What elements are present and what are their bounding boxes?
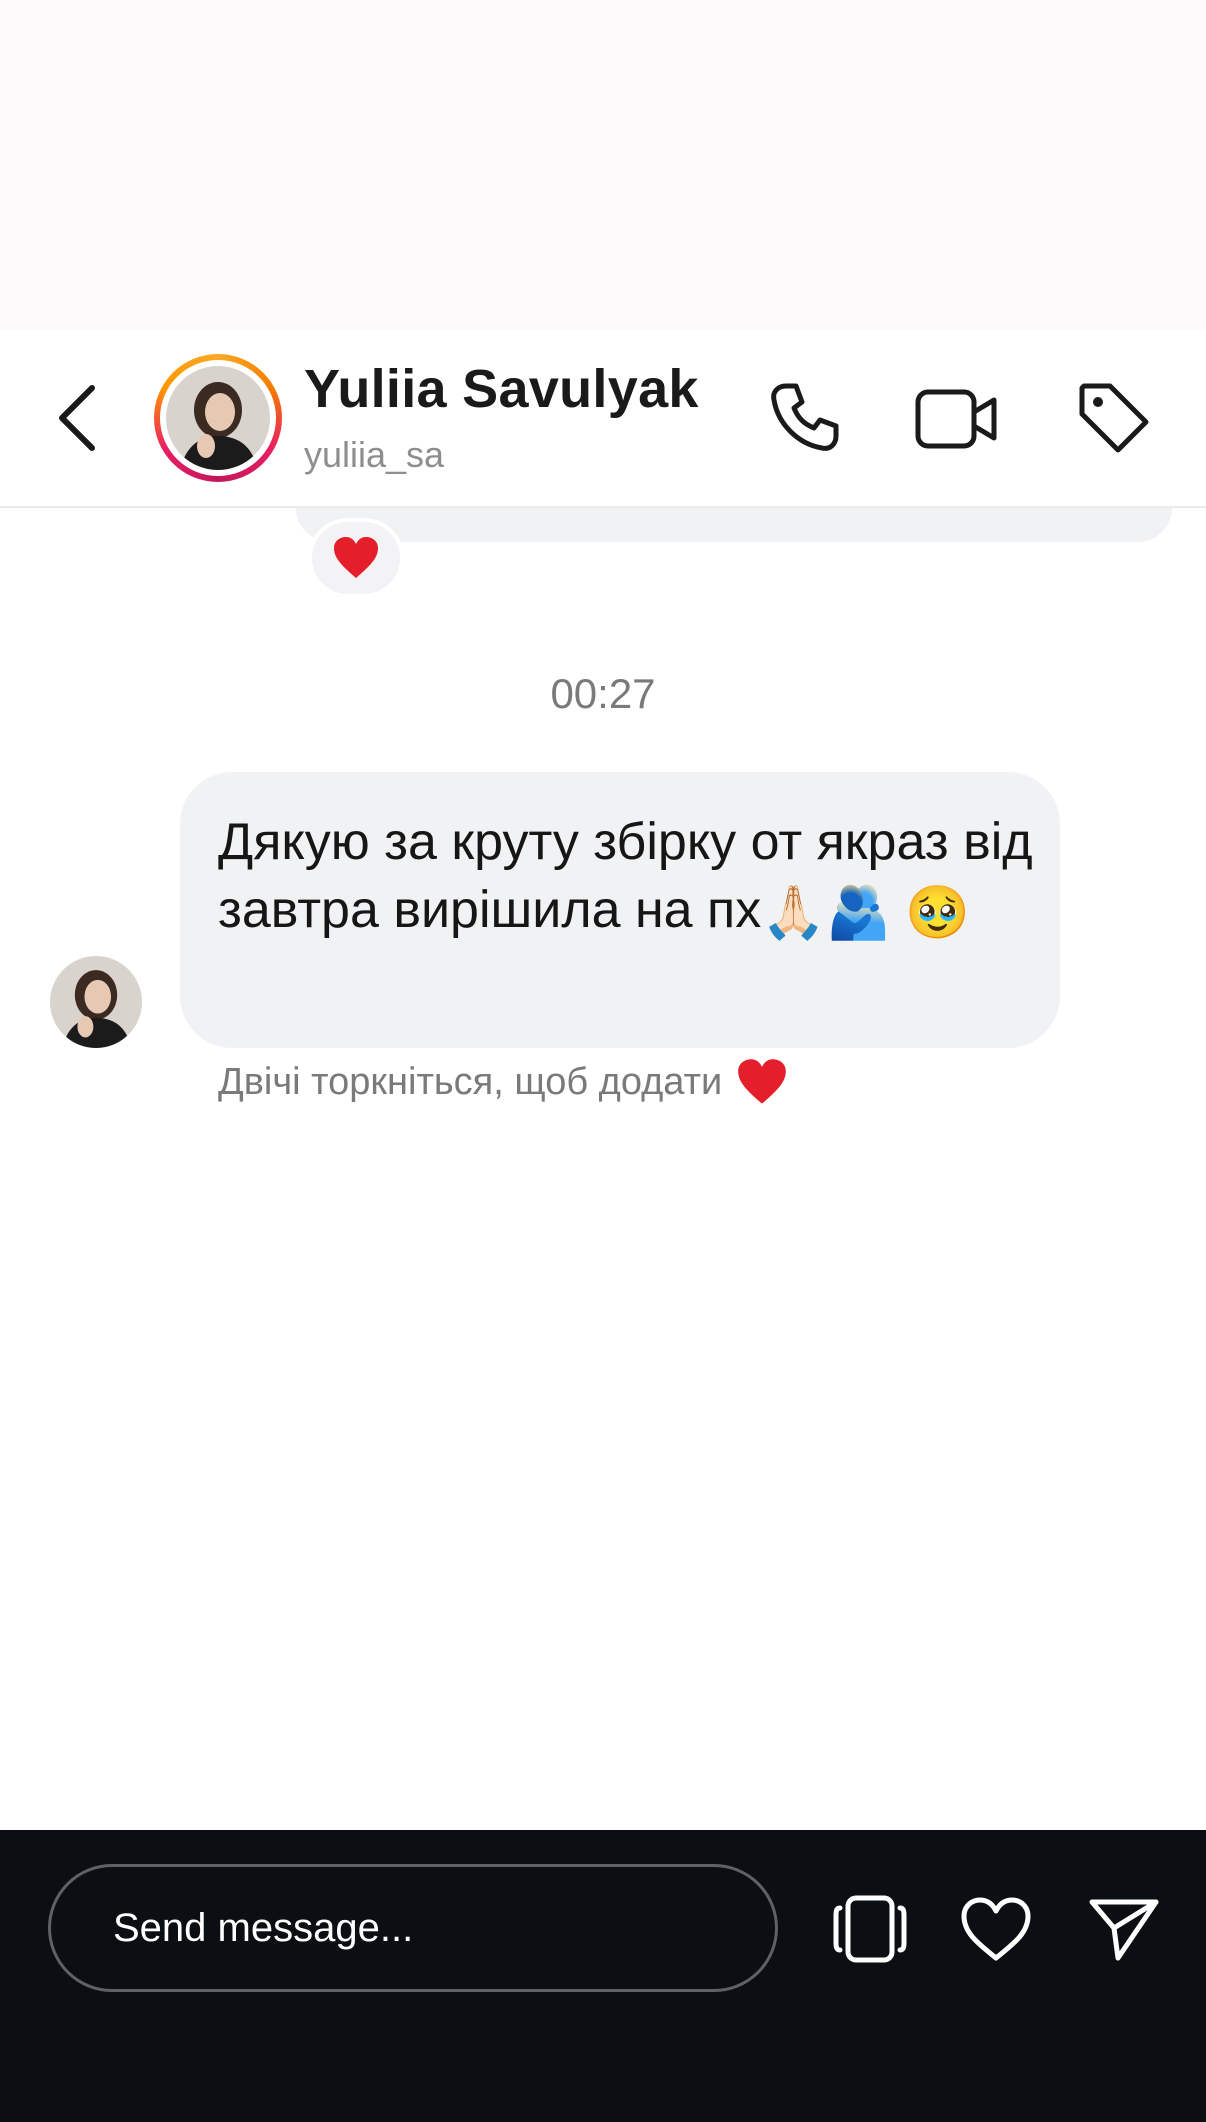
- message-input[interactable]: Send message...: [48, 1864, 778, 1992]
- send-icon[interactable]: [1086, 1894, 1162, 1964]
- sticker-icon[interactable]: [832, 1894, 908, 1964]
- pleading-face-emoji: 🥹: [905, 884, 970, 943]
- video-icon[interactable]: [914, 384, 1000, 454]
- status-area: [0, 0, 1206, 330]
- hug-emoji: 🫂: [825, 884, 891, 943]
- tag-icon[interactable]: [1074, 378, 1154, 458]
- contact-username: yuliia_sa: [304, 434, 445, 475]
- chat-bottom-edge: [0, 1800, 1206, 1830]
- message-bubble[interactable]: Дякую за круту збірку от якраз від завтр…: [180, 772, 1060, 1048]
- heart-reaction-icon: [334, 537, 378, 578]
- praying-hands-emoji: 🙏🏻: [761, 884, 826, 943]
- previous-message-bubble[interactable]: [296, 508, 1172, 542]
- heart-emoji-icon: [738, 1059, 787, 1104]
- avatar[interactable]: [154, 354, 282, 482]
- avatar-photo: [166, 366, 270, 470]
- message-timestamp: 00:27: [550, 670, 656, 717]
- double-tap-hint: Двічі торкніться, щоб додати: [218, 1058, 788, 1106]
- heart-icon[interactable]: [958, 1894, 1034, 1964]
- phone-icon[interactable]: [764, 378, 844, 458]
- reaction-badge[interactable]: [308, 518, 404, 598]
- sender-avatar[interactable]: [50, 956, 142, 1048]
- back-icon[interactable]: [52, 382, 102, 454]
- hint-text: Двічі торкніться, щоб додати: [218, 1060, 723, 1103]
- message-emojis: 🙏🏻🫂 🥹: [761, 879, 970, 947]
- message-input-placeholder: Send message...: [113, 1905, 414, 1950]
- contact-name[interactable]: Yuliia Savulyak: [304, 358, 699, 420]
